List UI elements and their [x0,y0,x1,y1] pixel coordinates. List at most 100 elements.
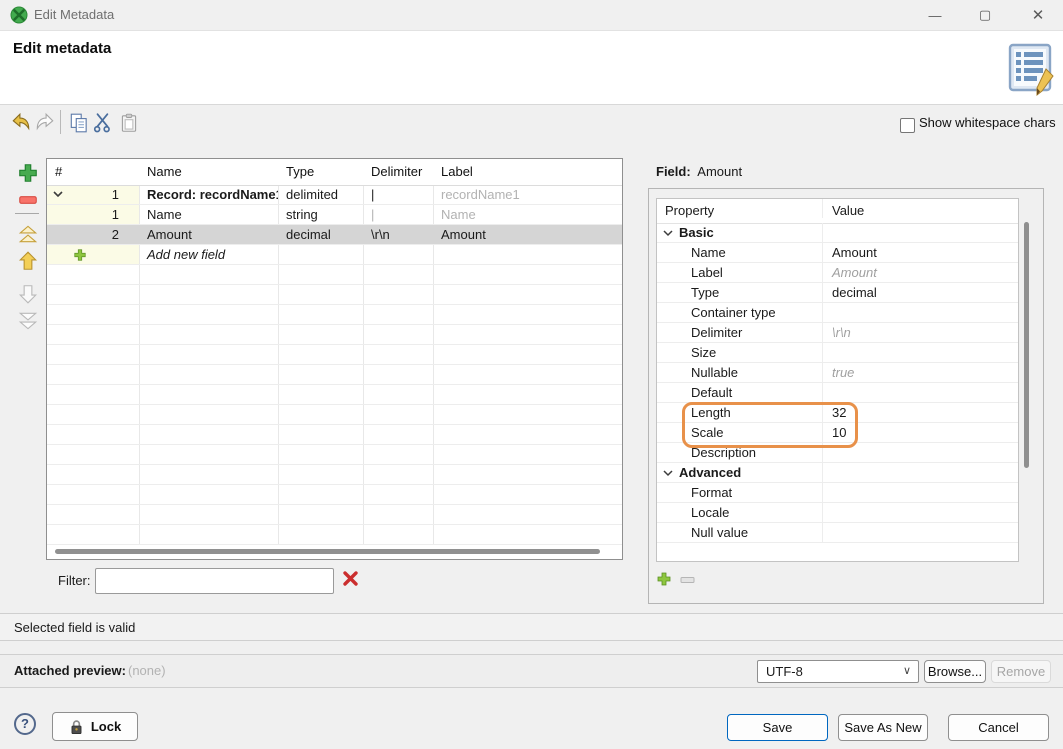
window-title: Edit Metadata [34,0,114,30]
prop-value[interactable]: \r\n [823,323,1018,342]
row-number: 1 [112,205,119,224]
col-header-delimiter[interactable]: Delimiter [363,159,433,185]
prop-row-type[interactable]: Type decimal [657,283,1018,303]
cut-icon[interactable] [92,112,114,134]
prop-group-basic[interactable]: Basic [657,223,1018,243]
prop-row-label[interactable]: Label Amount [657,263,1018,283]
prop-row-nullable[interactable]: Nullable true [657,363,1018,383]
help-glyph: ? [21,716,29,731]
remove-button: Remove [991,660,1051,683]
close-icon[interactable]: ✕ [1016,0,1060,30]
prop-row-size[interactable]: Size [657,343,1018,363]
metadata-icon [1008,43,1056,97]
prop-row-name[interactable]: Name Amount [657,243,1018,263]
col-header-type[interactable]: Type [278,159,363,185]
prop-value[interactable]: true [823,363,1018,382]
lock-icon [69,719,84,735]
save-button[interactable]: Save [727,714,828,741]
horizontal-scrollbar[interactable] [55,549,600,554]
fields-table: # Name Type Delimiter Label 1 Record: re… [46,158,623,560]
add-property-icon[interactable] [656,571,672,587]
browse-button[interactable]: Browse... [924,660,986,683]
prop-row-delimiter[interactable]: Delimiter \r\n [657,323,1018,343]
maximize-icon[interactable]: ▢ [963,0,1007,30]
remove-property-icon [680,575,696,585]
table-row-record[interactable]: 1 Record: recordName1 delimited | record… [47,185,622,205]
prop-value[interactable]: decimal [823,283,1018,302]
show-whitespace-checkbox[interactable] [900,118,915,133]
field-name: Name [139,205,278,224]
filter-label: Filter: [58,573,91,588]
prop-value[interactable] [823,303,1018,322]
redo-icon [34,112,56,134]
vertical-scrollbar[interactable] [1024,222,1029,468]
show-whitespace-label: Show whitespace chars [919,115,1056,130]
move-down-icon [17,283,39,305]
row-number: 1 [112,185,119,204]
add-field-icon[interactable] [17,162,39,184]
paste-icon [118,112,140,134]
field-delimiter: | [363,205,433,224]
left-toolbar-separator [15,213,39,214]
field-caption-label: Field: [656,164,691,179]
table-row-name[interactable]: 1 Name string | Name [47,205,622,225]
prop-row-format[interactable]: Format [657,483,1018,503]
field-name: Amount [139,225,278,244]
row-number: 2 [112,225,119,244]
status-message: Selected field is valid [14,620,135,635]
prop-value[interactable]: Amount [823,243,1018,262]
chevron-down-icon[interactable] [663,229,673,237]
attached-preview-value: (none) [128,663,166,678]
prop-col-header[interactable]: Property [657,199,823,218]
table-row-add-new-field[interactable]: Add new field [47,245,622,265]
chevron-down-icon[interactable] [663,469,673,477]
remove-field-icon[interactable] [17,189,39,211]
prop-value[interactable] [823,383,1018,402]
move-up-icon[interactable] [17,250,39,272]
field-caption: Field: Amount [656,164,742,179]
col-header-label[interactable]: Label [433,159,622,185]
field-type: decimal [278,225,363,244]
filter-clear-icon[interactable] [342,570,359,587]
encoding-select[interactable]: UTF-8 ∨ [757,660,919,683]
toolbar-separator [60,110,61,134]
prop-value[interactable] [823,343,1018,362]
clover-logo-icon [10,6,28,24]
add-row-plus-icon[interactable] [73,248,87,262]
value-col-header[interactable]: Value [823,199,1018,218]
prop-value[interactable] [823,523,1018,542]
prop-row-container-type[interactable]: Container type [657,303,1018,323]
col-header-name[interactable]: Name [139,159,278,185]
title-bar: Edit Metadata — ▢ ✕ [0,0,1063,31]
save-as-new-button[interactable]: Save As New [838,714,928,741]
table-row-amount[interactable]: 2 Amount decimal \r\n Amount [47,225,622,245]
undo-icon[interactable] [10,112,32,134]
prop-value[interactable] [823,503,1018,522]
copy-icon[interactable] [68,112,90,134]
validation-status-bar: Selected field is valid [0,613,1063,641]
field-label: Name [433,205,622,224]
length-scale-highlight [682,402,858,448]
prop-row-default[interactable]: Default [657,383,1018,403]
record-name: Record: recordName1 [139,185,278,204]
prop-value[interactable] [823,483,1018,502]
attached-preview-bar: Attached preview: (none) UTF-8 ∨ Browse.… [0,654,1063,688]
cancel-button[interactable]: Cancel [948,714,1049,741]
lock-button[interactable]: Lock [52,712,138,741]
properties-table-header: Property Value [657,199,1018,224]
col-header-num[interactable]: # [47,159,139,185]
prop-row-locale[interactable]: Locale [657,503,1018,523]
fields-table-header: # Name Type Delimiter Label [47,159,622,186]
chevron-down-icon[interactable] [53,190,63,198]
record-delimiter: | [363,185,433,204]
prop-value[interactable]: Amount [823,263,1018,282]
prop-group-advanced[interactable]: Advanced [657,463,1018,483]
help-icon[interactable]: ? [14,713,36,735]
minimize-icon[interactable]: — [913,0,957,30]
prop-row-null-value[interactable]: Null value [657,523,1018,543]
field-delimiter: \r\n [363,225,433,244]
filter-input[interactable] [95,568,334,594]
field-caption-value: Amount [697,164,742,179]
page-title: Edit metadata [13,40,111,57]
move-top-icon[interactable] [17,223,39,245]
